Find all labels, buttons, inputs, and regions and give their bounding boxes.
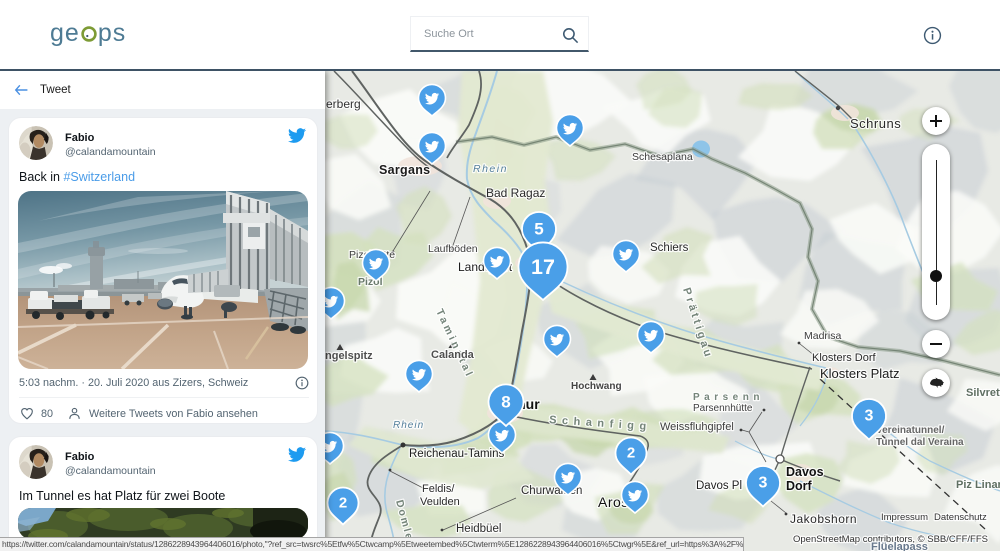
svg-text:Heidbüel: Heidbüel xyxy=(456,523,501,535)
svg-text:Klosters Platz: Klosters Platz xyxy=(820,366,899,381)
svg-text:Parsenn: Parsenn xyxy=(693,392,764,403)
svg-text:Rhein: Rhein xyxy=(473,163,508,175)
svg-text:17: 17 xyxy=(531,255,555,279)
svg-text:Feldis/: Feldis/ xyxy=(422,483,455,495)
svg-text:Tunnel dal Veraina: Tunnel dal Veraina xyxy=(876,437,964,448)
svg-text:Vereinatunnel/: Vereinatunnel/ xyxy=(876,425,945,436)
svg-text:Madrisa: Madrisa xyxy=(804,330,842,342)
svg-text:Sargans: Sargans xyxy=(379,163,430,177)
svg-text:Rhein: Rhein xyxy=(393,420,424,431)
svg-text:Calanda: Calanda xyxy=(431,349,475,361)
svg-text:Flüelapass: Flüelapass xyxy=(871,541,928,551)
svg-text:Bad Ragaz: Bad Ragaz xyxy=(486,186,545,200)
svg-text:Laufböden: Laufböden xyxy=(428,243,478,255)
svg-text:Datenschutz: Datenschutz xyxy=(934,512,987,523)
svg-text:3: 3 xyxy=(759,475,768,492)
svg-text:Reichenau-Tamins: Reichenau-Tamins xyxy=(409,448,504,460)
svg-text:Piz Linar: Piz Linar xyxy=(956,479,1000,491)
svg-text:Silvrett: Silvrett xyxy=(966,387,1000,399)
svg-text:5: 5 xyxy=(534,220,543,239)
svg-text:Veulden: Veulden xyxy=(420,496,460,508)
svg-text:Hochwang: Hochwang xyxy=(571,381,622,392)
svg-text:ngelspitz: ngelspitz xyxy=(325,350,373,362)
svg-text:Schiers: Schiers xyxy=(650,242,689,254)
svg-text:Jakobshorn: Jakobshorn xyxy=(790,512,857,526)
svg-text:2: 2 xyxy=(627,445,635,462)
svg-text:3: 3 xyxy=(865,408,874,425)
svg-text:Schruns: Schruns xyxy=(850,116,901,131)
svg-text:Klosters Dorf: Klosters Dorf xyxy=(812,352,877,364)
svg-text:erberg: erberg xyxy=(326,97,361,111)
svg-text:Weissfluhgipfel: Weissfluhgipfel xyxy=(660,421,734,433)
svg-text:Davos: Davos xyxy=(786,465,824,479)
svg-text:Parsennhütte: Parsennhütte xyxy=(693,403,753,414)
svg-text:Davos Pl: Davos Pl xyxy=(696,480,742,492)
svg-text:Schesaplana: Schesaplana xyxy=(632,151,693,163)
svg-text:8: 8 xyxy=(501,393,510,412)
svg-text:Dorf: Dorf xyxy=(786,479,813,493)
svg-text:2: 2 xyxy=(339,495,347,512)
svg-text:Impressum: Impressum xyxy=(881,512,928,523)
